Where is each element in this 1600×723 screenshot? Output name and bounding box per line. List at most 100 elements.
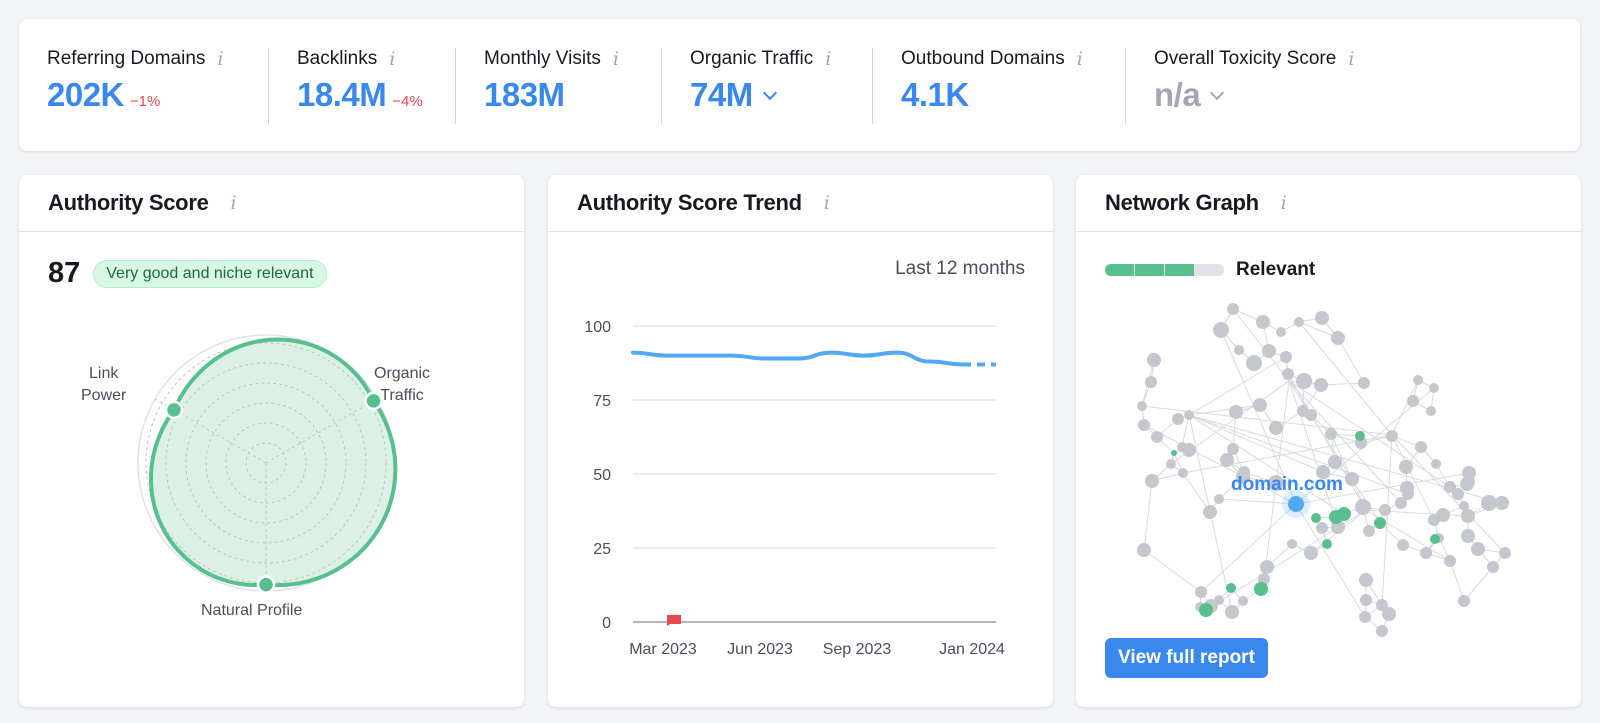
network-node-relevant[interactable] [1171,450,1177,456]
network-node[interactable] [1359,611,1371,623]
network-node[interactable] [1246,355,1262,371]
chevron-down-icon[interactable] [762,85,777,101]
network-node[interactable] [1280,351,1292,363]
network-node[interactable] [1214,595,1224,605]
network-node[interactable] [1294,317,1304,327]
network-node[interactable] [1316,522,1328,534]
network-node[interactable] [1459,501,1469,511]
network-graph[interactable]: domain.com [1076,175,1581,707]
network-node[interactable] [1461,509,1475,523]
network-node[interactable] [1461,529,1475,543]
network-node[interactable] [1376,625,1388,637]
network-node[interactable] [1177,442,1187,452]
network-node[interactable] [1426,406,1436,416]
network-node[interactable] [1145,376,1157,388]
network-node[interactable] [1499,547,1511,559]
network-node[interactable] [1345,472,1359,486]
network-node[interactable] [1184,410,1194,420]
info-icon[interactable]: i [217,49,223,69]
network-node[interactable] [1431,459,1441,469]
network-node[interactable] [1331,331,1345,345]
network-node[interactable] [1227,303,1239,315]
network-node[interactable] [1487,561,1499,573]
network-node[interactable] [1444,481,1456,493]
network-node-relevant[interactable] [1337,507,1351,521]
network-node[interactable] [1172,413,1184,425]
info-icon[interactable]: i [825,49,831,69]
network-node[interactable] [1325,428,1337,440]
network-node[interactable] [1458,595,1470,607]
network-node[interactable] [1429,383,1439,393]
network-node-relevant[interactable] [1374,517,1386,529]
network-node[interactable] [1444,555,1456,567]
metric-value[interactable]: 18.4M [297,76,387,114]
network-node[interactable] [1397,539,1409,551]
network-node[interactable] [1495,496,1509,510]
network-node[interactable] [1415,441,1427,453]
metric-value[interactable]: 183M [484,76,565,114]
network-node[interactable] [1253,398,1267,412]
network-node[interactable] [1256,315,1270,329]
metric-value[interactable]: 74M [690,76,753,114]
network-node[interactable] [1420,547,1432,559]
network-node[interactable] [1166,459,1176,469]
domain-node[interactable] [1288,496,1304,512]
network-node[interactable] [1328,455,1342,469]
network-node[interactable] [1145,474,1159,488]
network-node[interactable] [1213,322,1229,338]
network-node[interactable] [1138,419,1150,431]
network-node-relevant[interactable] [1226,583,1236,593]
network-node[interactable] [1315,311,1329,325]
network-node[interactable] [1229,405,1243,419]
radar-point[interactable] [164,400,184,420]
network-node[interactable] [1147,353,1161,367]
network-node[interactable] [1359,573,1373,587]
metric-value[interactable]: 4.1K [901,76,969,114]
network-node[interactable] [1471,542,1485,556]
network-node[interactable] [1282,368,1294,380]
network-node[interactable] [1305,409,1317,421]
network-node[interactable] [1137,401,1147,411]
network-node[interactable] [1220,453,1234,467]
info-icon[interactable]: i [389,49,395,69]
network-node[interactable] [1178,468,1188,478]
info-icon[interactable]: i [1348,49,1354,69]
network-node[interactable] [1260,560,1274,574]
network-node[interactable] [1269,421,1283,435]
chevron-down-icon[interactable] [1210,85,1225,101]
network-node[interactable] [1304,546,1318,560]
network-node[interactable] [1360,594,1372,606]
network-node[interactable] [1402,488,1414,500]
view-full-report-button[interactable]: View full report [1105,638,1268,678]
network-node[interactable] [1276,327,1286,337]
network-node-relevant[interactable] [1322,539,1332,549]
network-node-relevant[interactable] [1355,431,1365,441]
network-node[interactable] [1195,586,1207,598]
metric-value[interactable]: n/a [1154,76,1201,114]
info-icon[interactable]: i [1077,49,1083,69]
flag-icon[interactable] [667,615,681,626]
network-node[interactable] [1227,443,1239,455]
network-node-relevant[interactable] [1430,534,1440,544]
network-node[interactable] [1238,596,1248,606]
network-node[interactable] [1481,495,1497,511]
network-node[interactable] [1225,605,1239,619]
network-node[interactable] [1428,514,1440,526]
network-node[interactable] [1382,607,1396,621]
network-node[interactable] [1358,377,1370,389]
network-node[interactable] [1151,431,1163,443]
network-node-relevant[interactable] [1199,603,1213,617]
network-node[interactable] [1407,395,1419,407]
network-node[interactable] [1363,525,1375,537]
info-icon[interactable]: i [613,49,619,69]
network-node[interactable] [1355,499,1371,515]
network-node[interactable] [1379,504,1391,516]
network-node[interactable] [1287,539,1297,549]
network-node-relevant[interactable] [1311,513,1321,523]
network-node[interactable] [1137,543,1151,557]
metric-value[interactable]: 202K [47,76,124,114]
network-node-relevant[interactable] [1254,582,1268,596]
network-node[interactable] [1214,494,1224,504]
network-node[interactable] [1413,375,1423,385]
network-node[interactable] [1234,345,1244,355]
